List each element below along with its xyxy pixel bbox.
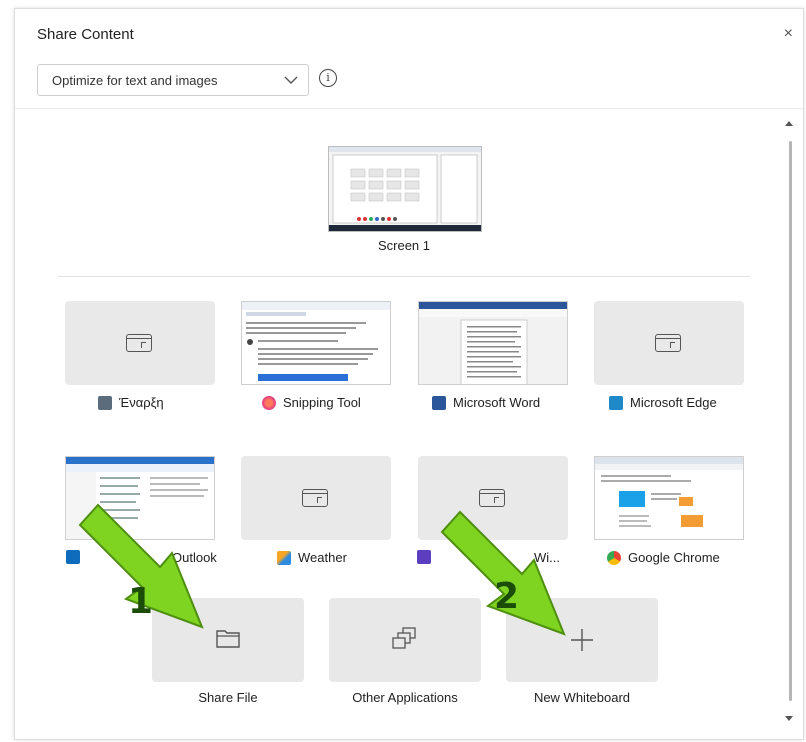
- window-label: Έναρξη: [119, 395, 164, 410]
- other-applications-label: Other Applications: [352, 690, 458, 705]
- scrollbar-thumb[interactable]: [789, 141, 792, 701]
- window-tile-microsoft-word[interactable]: [418, 301, 568, 385]
- annotation-arrow-1: 1: [78, 503, 204, 629]
- window-caption-start: Έναρξη: [98, 395, 164, 410]
- window-caption-microsoft-word: Microsoft Word: [432, 395, 540, 410]
- header-separator: [15, 108, 803, 109]
- snipping-tool-icon: [262, 395, 276, 410]
- optimize-select-value: Optimize for text and images: [52, 73, 218, 88]
- word-preview: [419, 302, 567, 384]
- new-whiteboard-label: New Whiteboard: [533, 690, 631, 705]
- annotation-number-1: 1: [128, 581, 153, 622]
- screen-preview-image: [329, 147, 481, 231]
- word-icon: [432, 395, 446, 410]
- window-tile-start[interactable]: [65, 301, 215, 385]
- window-label: Microsoft Edge: [630, 395, 717, 410]
- info-icon[interactable]: i: [319, 69, 337, 87]
- chevron-down-icon: [284, 76, 298, 84]
- screen-1-label: Screen 1: [377, 238, 431, 253]
- window-placeholder-icon: [302, 489, 328, 507]
- window-caption-purple-app: [417, 550, 431, 564]
- window-label: Google Chrome: [628, 550, 720, 565]
- scrollbar[interactable]: [785, 121, 793, 721]
- window-tile-snipping-tool[interactable]: [241, 301, 391, 385]
- window-label: Weather: [298, 550, 347, 565]
- stacked-windows-icon: [392, 627, 416, 649]
- snipping-tool-preview: [242, 302, 390, 384]
- window-caption-weather: Weather: [277, 550, 347, 565]
- window-caption-google-chrome: Google Chrome: [607, 550, 720, 565]
- close-button[interactable]: ×: [784, 25, 793, 43]
- window-label: Microsoft Word: [453, 395, 541, 410]
- start-icon: [98, 395, 112, 410]
- window-caption-snipping-tool: Snipping Tool: [262, 395, 361, 410]
- purple-app-icon: [417, 550, 431, 564]
- window-tile-weather[interactable]: [241, 456, 391, 540]
- annotation-number-2: 2: [494, 576, 519, 617]
- window-label: Snipping Tool: [283, 395, 361, 410]
- share-file-label: Share File: [198, 690, 258, 705]
- optimize-select[interactable]: Optimize for text and images: [37, 64, 309, 96]
- window-caption-microsoft-edge: Microsoft Edge: [609, 395, 717, 410]
- scroll-down-icon[interactable]: [785, 716, 793, 721]
- window-placeholder-icon: [655, 334, 681, 352]
- window-placeholder-icon: [126, 334, 152, 352]
- screen-1-preview[interactable]: [328, 146, 482, 232]
- window-tile-microsoft-edge[interactable]: [594, 301, 744, 385]
- section-divider: [58, 276, 750, 277]
- dialog-title: Share Content: [37, 26, 134, 43]
- chrome-preview: [595, 457, 743, 539]
- weather-icon: [277, 550, 291, 565]
- window-tile-google-chrome[interactable]: [594, 456, 744, 540]
- scroll-up-icon[interactable]: [785, 121, 793, 126]
- annotation-arrow-2: 2: [440, 510, 566, 636]
- edge-icon: [609, 395, 623, 410]
